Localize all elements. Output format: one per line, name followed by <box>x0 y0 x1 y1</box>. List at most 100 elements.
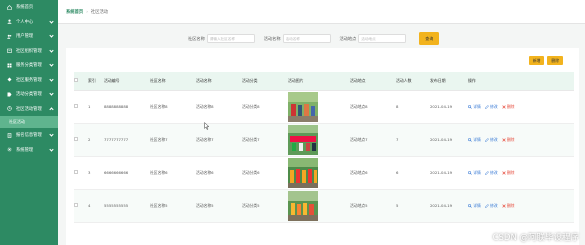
sidebar-item-11[interactable]: 系统管理 <box>0 143 58 158</box>
delete-label: 删除 <box>506 103 515 109</box>
edit-button[interactable]: 修改 <box>484 136 498 143</box>
view-button[interactable]: 详情 <box>468 104 481 110</box>
edit-label: 修改 <box>490 136 498 142</box>
activity-name-label: 活动名称 <box>263 35 281 41</box>
table-actions: 新增 删除 <box>528 56 563 65</box>
sidebar-item-7[interactable]: 活动分类管理 <box>0 87 58 102</box>
activity-table: 索引 活动编号 社区名称 活动名称 活动分类 活动图片 活动地点 活动人数 发布日期 操作 1 88… <box>74 72 574 223</box>
delete-label: 删除 <box>506 169 515 175</box>
chevron-down-icon <box>49 33 54 38</box>
activity-icon <box>7 106 12 111</box>
close-icon <box>501 137 506 142</box>
chevron-down-icon <box>49 76 54 82</box>
activity-name-input[interactable] <box>282 34 331 43</box>
activity-category-cell: 活动分类8 <box>242 90 288 124</box>
sidebar-item-2[interactable]: 个人中心 <box>0 15 58 30</box>
breadcrumb-home[interactable]: 系统首页 <box>66 10 83 15</box>
sidebar-item-4[interactable]: 社区组织管理 <box>0 44 58 59</box>
edit-label: 修改 <box>490 169 498 175</box>
activity-code-cell: 7777777777 <box>104 123 150 157</box>
activity-code-cell: 8888888888 <box>104 90 150 124</box>
search-icon <box>468 104 472 109</box>
sidebar-item-label: 活动分类管理 <box>16 92 42 98</box>
row-actions: 详情 修改 删除 <box>468 104 574 110</box>
sidebar-item-1[interactable]: 系统首页 <box>0 0 58 15</box>
activity-image-cell <box>288 123 350 157</box>
row-index: 4 <box>88 189 104 223</box>
close-icon <box>501 104 506 109</box>
activity-image-cell <box>288 90 350 124</box>
community-name-label: 社区名称 <box>188 35 205 41</box>
delete-button[interactable]: 删除 <box>501 103 515 110</box>
table-row: 1 8888888888 社区名称8 活动名称8 活动分类8 活动地点8 8 2021-04-… <box>74 90 574 124</box>
activity-count-cell: 6 <box>396 156 430 190</box>
mouse-cursor-icon <box>204 122 210 130</box>
activity-name-cell: 活动名称6 <box>196 156 242 190</box>
edit-button[interactable]: 修改 <box>484 203 498 209</box>
view-button[interactable]: 详情 <box>468 170 481 176</box>
table-row: 4 5555555555 社区名称5 活动名称5 活动分类5 活动地点5 5 2021-04-… <box>74 189 574 223</box>
select-all-header[interactable] <box>74 72 88 91</box>
user-icon <box>7 19 12 24</box>
chevron-down-icon <box>49 62 54 67</box>
edit-icon <box>484 170 489 175</box>
users-icon <box>7 34 12 39</box>
community-name-cell: 社区名称8 <box>150 90 196 124</box>
row-checkbox[interactable] <box>74 203 78 207</box>
sidebar-item-10[interactable]: 报名信息管理 <box>0 128 58 143</box>
delete-button[interactable]: 删除 <box>501 203 514 209</box>
chevron-down-icon <box>49 18 54 24</box>
column-header: 活动地点 <box>350 72 396 91</box>
sidebar-item-label: 社区活动管理 <box>16 106 42 112</box>
sidebar-item-8[interactable]: 社区活动管理 <box>0 102 58 117</box>
row-actions: 详情 修改 删除 <box>468 203 574 209</box>
sidebar-item-6[interactable]: 社区服务管理 <box>0 73 58 88</box>
edit-icon <box>484 203 489 208</box>
actions-cell: 详情 修改 删除 <box>468 123 574 157</box>
view-label: 详情 <box>473 103 481 109</box>
row-checkbox[interactable] <box>74 104 78 108</box>
delete-button[interactable]: 删除 <box>501 169 515 176</box>
batch-delete-button[interactable]: 删除 <box>547 56 563 65</box>
search-icon <box>468 170 472 175</box>
close-icon <box>501 203 506 208</box>
activity-name-cell: 活动名称5 <box>196 189 242 223</box>
view-button[interactable]: 详情 <box>468 203 481 209</box>
edit-button[interactable]: 修改 <box>484 169 498 176</box>
row-checkbox[interactable] <box>74 137 78 141</box>
column-header: 活动编号 <box>104 72 150 91</box>
row-checkbox[interactable] <box>74 170 78 174</box>
table-row: 3 6666666666 社区名称6 活动名称6 活动分类6 活动地点6 6 2021-04-… <box>74 156 574 190</box>
delete-button[interactable]: 删除 <box>501 136 515 143</box>
activity-place-input[interactable] <box>358 34 407 43</box>
community-name-cell: 社区名称5 <box>150 189 196 223</box>
add-button[interactable]: 新增 <box>528 56 545 65</box>
activity-category-cell: 活动分类7 <box>242 123 288 157</box>
sidebar-item-5[interactable]: 服务分类管理 <box>0 58 58 73</box>
top-bar: 系统首页 › 社区活动 <box>58 0 585 24</box>
edit-button[interactable]: 修改 <box>484 104 498 110</box>
community-name-input[interactable] <box>206 34 255 43</box>
chevron-down-icon <box>49 106 54 112</box>
activity-image-cell <box>288 189 350 223</box>
sidebar-item-label: 系统首页 <box>16 5 34 11</box>
column-header: 操作 <box>468 72 574 91</box>
publish-date-cell: 2021-04-19 <box>430 156 468 190</box>
chevron-down-icon <box>49 132 54 137</box>
sidebar-item-3[interactable]: 用户管理 <box>0 29 58 44</box>
app-root: 系统首页 个人中心 用户管理 社区组织管理 服务分类管理 社区服务管理 活动分类管理 社区活动… <box>0 0 585 245</box>
watermark: CSDN @阿联毕设程序 <box>492 233 579 243</box>
publish-date-cell: 2021-04-19 <box>430 90 468 124</box>
sidebar-item-label: 报名信息管理 <box>16 133 42 139</box>
community-name-cell: 社区名称6 <box>150 156 196 190</box>
activity-place-label: 活动地点 <box>339 35 357 41</box>
actions-cell: 详情 修改 删除 <box>468 90 574 124</box>
select-cell <box>74 189 88 223</box>
delete-label: 删除 <box>506 136 515 142</box>
view-button[interactable]: 详情 <box>468 137 481 143</box>
activity-place-cell: 活动地点8 <box>350 90 396 124</box>
sidebar-subitem-community-activity[interactable]: 社区活动 <box>0 116 58 128</box>
select-all-checkbox[interactable] <box>74 78 78 83</box>
query-button[interactable]: 查询 <box>419 32 440 45</box>
sidebar-item-label: 社区组织管理 <box>16 48 42 54</box>
